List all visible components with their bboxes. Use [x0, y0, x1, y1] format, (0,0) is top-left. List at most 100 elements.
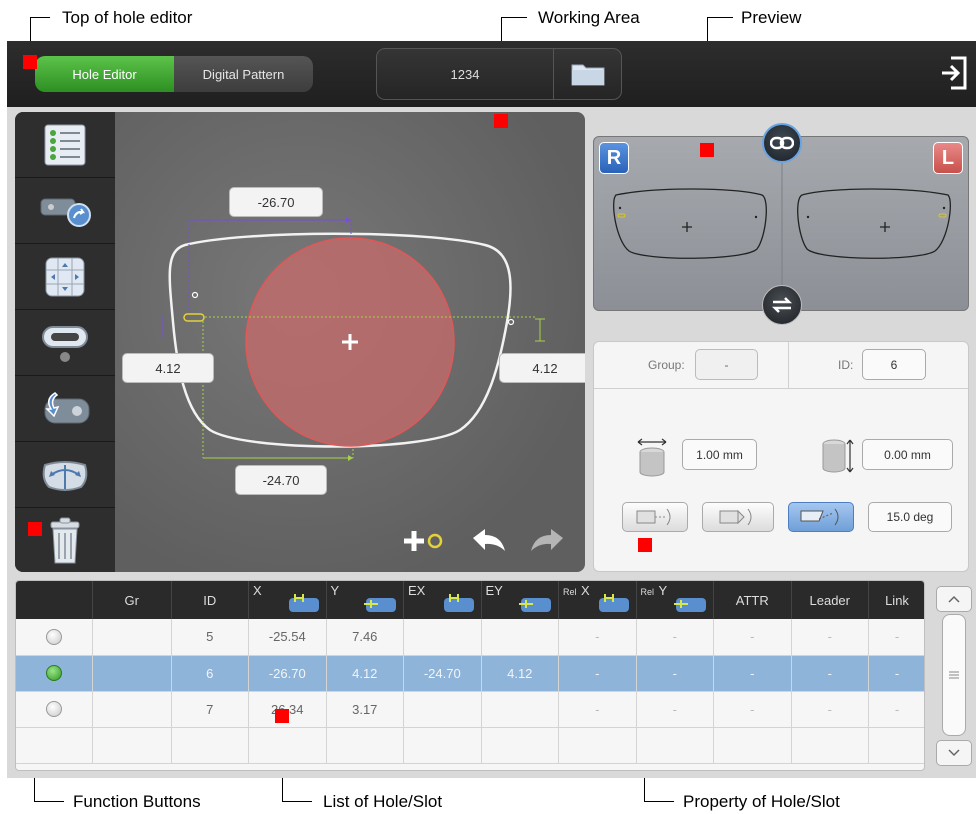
tab-hole-editor[interactable]: Hole Editor: [35, 56, 174, 92]
delete-button[interactable]: [15, 508, 115, 572]
hole-list-icon: [44, 124, 86, 165]
mirror-hole-button[interactable]: [15, 376, 115, 442]
chevron-down-icon: [948, 749, 960, 757]
header-attr[interactable]: ATTR: [713, 581, 792, 619]
undo-icon[interactable]: [471, 528, 509, 554]
cell-attr: -: [713, 691, 792, 728]
row-radio[interactable]: [45, 665, 62, 682]
straight-hole-icon: [636, 508, 671, 526]
table-row-selected[interactable]: 6 -26.70 4.12 -24.70 4.12 - - - - -: [16, 655, 924, 692]
marker-property: [638, 538, 652, 552]
header-rel-x[interactable]: Rel X: [558, 581, 637, 619]
header-group[interactable]: Gr: [92, 581, 172, 619]
cell-rel-x: -: [558, 691, 637, 728]
row-select-cell[interactable]: [16, 655, 93, 692]
logout-button[interactable]: [941, 55, 969, 91]
id-field[interactable]: 6: [862, 349, 926, 380]
right-dimension-field[interactable]: 4.12: [499, 353, 585, 383]
move-position-button[interactable]: [15, 244, 115, 310]
header-rel-x-prefix: Rel: [563, 587, 577, 597]
row-select-cell[interactable]: [16, 619, 93, 656]
angle-field[interactable]: 15.0 deg: [868, 502, 952, 532]
cell-y: 7.46: [326, 619, 405, 656]
table-row[interactable]: 7 26.34 3.17 - - - - -: [16, 691, 924, 728]
cell-link: -: [868, 691, 924, 728]
header-select: [16, 581, 93, 619]
redo-icon[interactable]: [527, 528, 565, 554]
cell-group: [92, 691, 172, 728]
row-radio[interactable]: [45, 629, 62, 646]
header-rel-y-prefix: Rel: [640, 587, 655, 597]
table-row-empty: [16, 727, 924, 764]
hole-list-table: Gr ID X Y EX EY Rel X Rel Y ATTR Leader …: [15, 580, 925, 771]
slot-icon: [42, 325, 88, 362]
x-measure-icon: [288, 594, 319, 612]
header-rel-y-label: Y: [658, 583, 668, 598]
mode-toggle: Hole Editor Digital Pattern: [35, 56, 313, 92]
scroll-thumb[interactable]: [942, 614, 966, 736]
header-x[interactable]: X: [248, 581, 327, 619]
chevron-up-icon: [948, 595, 960, 603]
top-dimension-field[interactable]: -26.70: [229, 187, 323, 217]
diameter-field[interactable]: 1.00 mm: [682, 439, 757, 470]
cell-ey: 4.12: [481, 655, 560, 692]
cell-link: -: [868, 655, 924, 692]
hole-list-button[interactable]: [15, 112, 115, 178]
ex-measure-icon: [443, 594, 474, 612]
angled-hole-button[interactable]: [788, 502, 854, 532]
table-header-row: Gr ID X Y EX EY Rel X Rel Y ATTR Leader …: [16, 581, 924, 619]
job-field[interactable]: 1234: [376, 48, 622, 100]
cell-ex: [403, 619, 482, 656]
diameter-icon: [637, 438, 667, 477]
cell-leader: -: [791, 691, 870, 728]
header-y-label: Y: [330, 583, 340, 598]
add-hole-icon[interactable]: [403, 528, 447, 554]
slot-marker-selected: [183, 313, 205, 322]
bottom-dimension-field[interactable]: -24.70: [235, 465, 327, 495]
working-area[interactable]: -26.70 4.12 4.12 -24.70: [15, 112, 585, 572]
scroll-up-button[interactable]: [936, 586, 972, 612]
y-measure-icon: [364, 598, 397, 612]
header-ey[interactable]: EY: [481, 581, 560, 619]
depth-field[interactable]: 0.00 mm: [862, 439, 953, 470]
header-rel-y[interactable]: Rel Y: [636, 581, 715, 619]
marker-working-area: [494, 114, 508, 128]
left-dimension-field[interactable]: 4.12: [122, 353, 214, 383]
marker-preview: [700, 143, 714, 157]
copy-hole-button[interactable]: [15, 178, 115, 244]
folder-icon: [571, 64, 605, 86]
rotate-lens-button[interactable]: [15, 442, 115, 508]
row-select-cell[interactable]: [16, 691, 93, 728]
tab-digital-pattern[interactable]: Digital Pattern: [174, 56, 313, 92]
open-folder-button[interactable]: [555, 49, 621, 99]
header-ex[interactable]: EX: [403, 581, 482, 619]
row-radio[interactable]: [45, 701, 62, 718]
cell-ex: -24.70: [403, 655, 482, 692]
countersink-hole-button[interactable]: [702, 502, 774, 532]
cell-rel-x: -: [558, 619, 637, 656]
move-position-icon: [45, 257, 85, 296]
trash-icon: [50, 517, 80, 564]
cell-y: 3.17: [326, 691, 405, 728]
table-row[interactable]: 5 -25.54 7.46 - - - - -: [16, 619, 924, 656]
group-field[interactable]: -: [695, 349, 758, 380]
straight-hole-button[interactable]: [622, 502, 688, 532]
cell-group: [92, 619, 172, 656]
slot-button[interactable]: [15, 310, 115, 376]
depth-icon: [822, 439, 854, 473]
header-link[interactable]: Link: [868, 581, 924, 619]
link-button[interactable]: [762, 123, 802, 163]
cell-attr: -: [713, 655, 792, 692]
scroll-down-button[interactable]: [936, 740, 972, 766]
group-label: Group:: [648, 358, 685, 372]
table-scrollbar[interactable]: [932, 580, 976, 771]
header-leader[interactable]: Leader: [791, 581, 870, 619]
cell-link: -: [868, 619, 924, 656]
header-y[interactable]: Y: [326, 581, 405, 619]
swap-button[interactable]: [762, 285, 802, 325]
header-id[interactable]: ID: [171, 581, 250, 619]
cell-attr: -: [713, 619, 792, 656]
cell-ey: [481, 619, 560, 656]
link-icon: [770, 136, 794, 150]
job-number[interactable]: 1234: [377, 49, 554, 99]
